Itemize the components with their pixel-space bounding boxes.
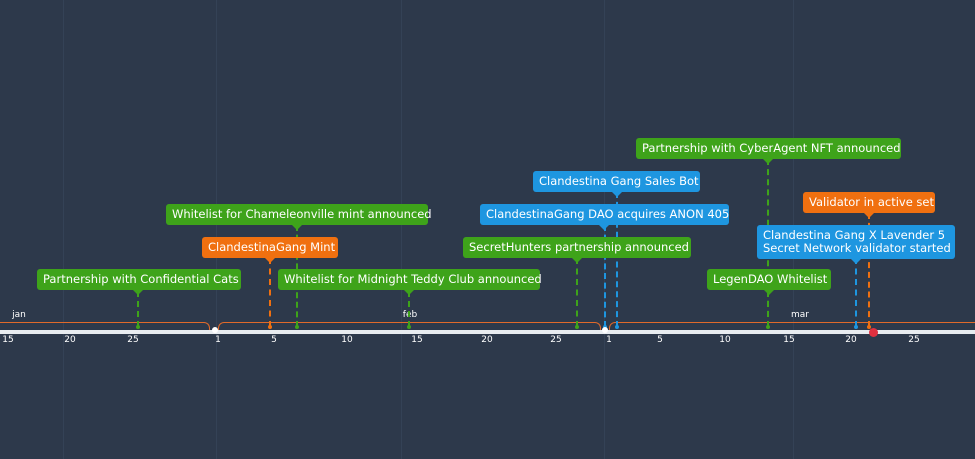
event-text: Whitelist for Chameleonville mint announ… [172,207,432,221]
axis-tick: 15 [411,335,423,345]
label-pointer [571,257,583,263]
event-text: LegenDAO Whitelist [713,272,828,286]
event-text-line2: Secret Network validator started [763,241,951,255]
event-label-lavender5-validator[interactable]: Clandestina Gang X Lavender 5 Secret Net… [757,225,955,264]
event-label-dao-anon405[interactable]: ClandestinaGang DAO acquires ANON 405 [480,204,730,230]
grid-line [216,0,217,459]
axis-tick: 15 [783,335,795,345]
event-dot [295,325,299,329]
month-marker [602,327,608,333]
event-dot [268,325,272,329]
event-label-cyberagent[interactable]: Partnership with CyberAgent NFT announce… [636,138,901,164]
month-bracket-mar [609,322,975,330]
event-label-midnight-teddy[interactable]: Whitelist for Midnight Teddy Club announ… [278,269,542,295]
axis-tick: 10 [341,335,353,345]
event-dot [575,325,579,329]
axis-tick: 5 [271,335,277,345]
event-text: Partnership with CyberAgent NFT announce… [642,141,901,155]
event-label-clandestinagang-mint[interactable]: ClandestinaGang Mint [202,237,338,263]
event-label-validator-active[interactable]: Validator in active set [803,192,935,218]
axis-tick: 5 [657,335,663,345]
axis-tick: 1 [215,335,221,345]
month-marker [212,327,218,333]
axis-tick: 25 [908,335,920,345]
label-pointer [863,212,875,218]
event-stem [767,291,769,327]
month-bracket-jan [0,322,210,330]
axis-tick: 15 [2,335,14,345]
event-label-legendao[interactable]: LegenDAO Whitelist [707,269,831,295]
label-pointer [598,224,610,230]
label-pointer [763,289,775,295]
axis-tick: 25 [127,335,139,345]
event-text: Clandestina Gang Sales Bot [539,174,699,188]
axis-tick: 20 [845,335,857,345]
label-pointer [403,289,415,295]
event-label-chameleonville[interactable]: Whitelist for Chameleonville mint announ… [166,204,432,230]
timeline-axis[interactable] [0,330,975,334]
event-dot [766,325,770,329]
month-label-feb: feb [402,310,418,320]
axis-tick: 20 [64,335,76,345]
axis-tick: 25 [550,335,562,345]
label-pointer [132,289,144,295]
event-stem [269,258,271,327]
label-pointer [762,158,774,164]
axis-tick: 10 [719,335,731,345]
month-label-jan: jan [12,310,26,320]
label-pointer [611,191,623,197]
event-label-confidential-cats[interactable]: Partnership with Confidential Cats [37,269,241,295]
month-label-mar: mar [791,310,809,320]
event-label-sales-bot[interactable]: Clandestina Gang Sales Bot [533,171,700,197]
label-pointer [264,257,276,263]
current-date-marker [869,328,878,337]
label-pointer [291,224,303,230]
event-dot [407,325,411,329]
event-dot [854,325,858,329]
grid-line [401,0,402,459]
event-text: ClandestinaGang DAO acquires ANON 405 [486,207,730,221]
event-text: SecretHunters partnership announced [469,240,689,254]
event-text: Whitelist for Midnight Teddy Club announ… [284,272,542,286]
event-stem [855,258,857,327]
grid-line [63,0,64,459]
event-label-secrethunters[interactable]: SecretHunters partnership announced [463,237,691,263]
event-stem [576,258,578,327]
event-text: Validator in active set [809,195,935,209]
event-stem [408,291,410,327]
event-dot [136,325,140,329]
label-pointer [850,258,862,264]
event-dot [615,325,619,329]
event-stem [137,291,139,327]
event-text: ClandestinaGang Mint [208,240,336,254]
axis-tick: 1 [606,335,612,345]
event-text: Partnership with Confidential Cats [43,272,239,286]
axis-tick: 20 [481,335,493,345]
